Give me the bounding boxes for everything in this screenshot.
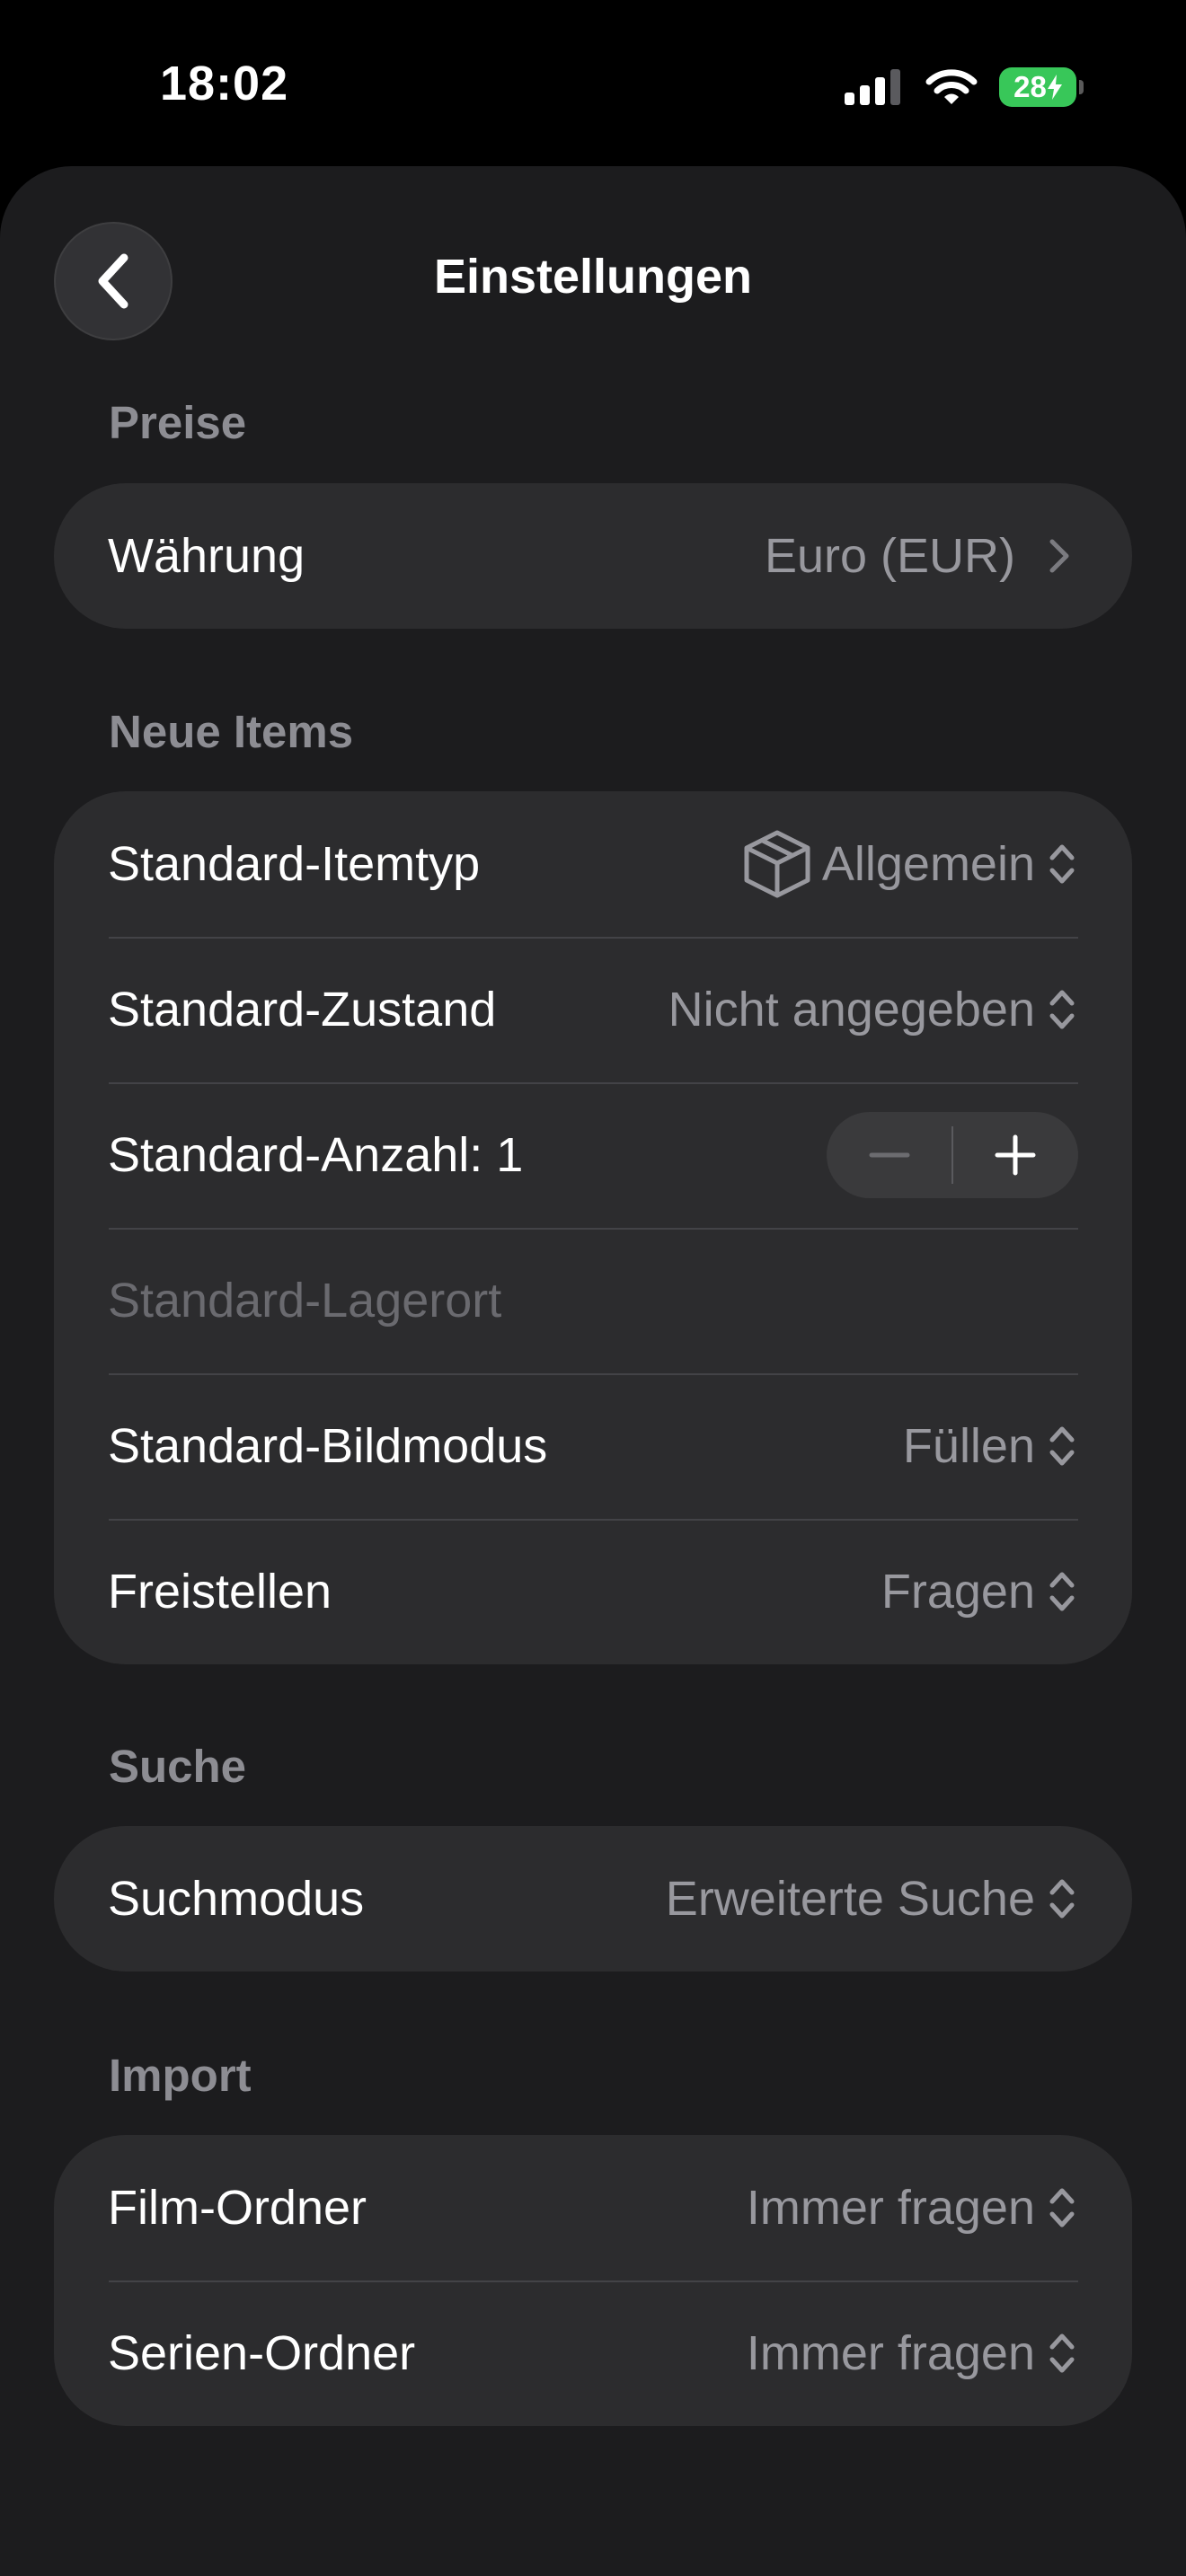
plus-icon (995, 1134, 1036, 1176)
series-folder-value-group: Immer fragen (747, 2325, 1078, 2381)
row-item-type[interactable]: Standard-Itemtyp Allgemein (54, 791, 1132, 937)
stepper-divider (951, 1126, 953, 1184)
quantity-stepper[interactable] (827, 1112, 1078, 1198)
series-folder-label: Serien-Ordner (108, 2326, 416, 2380)
condition-label: Standard-Zustand (108, 983, 497, 1037)
series-folder-value: Immer fragen (746, 2326, 1035, 2380)
cutout-value: Fragen (881, 1565, 1035, 1619)
item-type-label: Standard-Itemtyp (108, 837, 481, 891)
card-preise: Währung Euro (EUR) (54, 483, 1132, 629)
row-movie-folder[interactable]: Film-Ordner Immer fragen (54, 2135, 1132, 2280)
row-search-mode[interactable]: Suchmodus Erweiterte Suche (54, 1826, 1132, 1972)
movie-folder-value: Immer fragen (746, 2181, 1035, 2235)
bolt-icon (1047, 75, 1062, 100)
battery-cap (1079, 80, 1084, 94)
image-mode-value: Füllen (902, 1419, 1035, 1473)
chevron-right-icon (1049, 539, 1069, 573)
chevron-up-down-icon (1049, 990, 1075, 1029)
settings-sheet: Einstellungen Preise Währung Euro (EUR) … (0, 166, 1186, 2576)
increment-button[interactable] (952, 1112, 1078, 1198)
card-import: Film-Ordner Immer fragen Serien-Ordner I… (54, 2135, 1132, 2426)
section-header-import: Import (109, 2050, 252, 2101)
section-header-suche: Suche (109, 1741, 247, 1792)
chevron-up-down-icon (1049, 1572, 1075, 1611)
section-header-neue-items: Neue Items (109, 706, 354, 757)
row-storage-location[interactable]: Standard-Lagerort (54, 1228, 1132, 1373)
currency-value: Euro (EUR) (764, 529, 1015, 583)
battery-level: 28 (1013, 70, 1047, 103)
storage-location-input[interactable]: Standard-Lagerort (108, 1273, 1078, 1328)
search-mode-value: Erweiterte Suche (665, 1872, 1035, 1926)
decrement-button[interactable] (827, 1112, 952, 1198)
row-cutout[interactable]: Freistellen Fragen (54, 1519, 1132, 1664)
row-image-mode[interactable]: Standard-Bildmodus Füllen (54, 1373, 1132, 1519)
row-quantity: Standard-Anzahl: 1 (54, 1082, 1132, 1228)
cutout-value-group: Fragen (881, 1564, 1078, 1619)
item-type-value-group: Allgemein (743, 829, 1078, 899)
condition-value: Nicht angegeben (668, 983, 1035, 1037)
cube-icon (744, 830, 810, 898)
chevron-up-down-icon (1049, 1426, 1075, 1466)
currency-value-group: Euro (EUR) (765, 528, 1078, 584)
card-suche: Suchmodus Erweiterte Suche (54, 1826, 1132, 1972)
condition-value-group: Nicht angegeben (668, 982, 1078, 1037)
status-bar: 18:02 28 (0, 0, 1186, 166)
chevron-up-down-icon (1049, 1879, 1075, 1919)
card-neue-items: Standard-Itemtyp Allgemein Standard-Zust… (54, 791, 1132, 1664)
movie-folder-label: Film-Ordner (108, 2181, 367, 2235)
chevron-up-down-icon (1049, 2333, 1075, 2373)
battery-charging-icon: 28 (999, 67, 1084, 107)
row-currency[interactable]: Währung Euro (EUR) (54, 483, 1132, 629)
chevron-up-down-icon (1049, 2188, 1075, 2228)
section-header-preise: Preise (109, 397, 247, 448)
quantity-label: Standard-Anzahl: 1 (108, 1128, 524, 1182)
cutout-label: Freistellen (108, 1565, 332, 1619)
cellular-signal-icon (845, 69, 900, 105)
page-title: Einstellungen (433, 250, 753, 304)
status-indicators: 28 (845, 65, 1084, 110)
search-mode-label: Suchmodus (108, 1872, 365, 1926)
row-series-folder[interactable]: Serien-Ordner Immer fragen (54, 2280, 1132, 2426)
status-time: 18:02 (160, 57, 289, 110)
image-mode-label: Standard-Bildmodus (108, 1419, 548, 1473)
movie-folder-value-group: Immer fragen (747, 2180, 1078, 2236)
currency-label: Währung (108, 529, 305, 583)
wifi-icon (925, 69, 978, 104)
search-mode-value-group: Erweiterte Suche (666, 1871, 1078, 1927)
row-condition[interactable]: Standard-Zustand Nicht angegeben (54, 937, 1132, 1082)
item-type-value: Allgemein (821, 837, 1035, 891)
chevron-up-down-icon (1049, 844, 1075, 884)
image-mode-value-group: Füllen (903, 1418, 1078, 1474)
minus-icon (869, 1152, 910, 1158)
